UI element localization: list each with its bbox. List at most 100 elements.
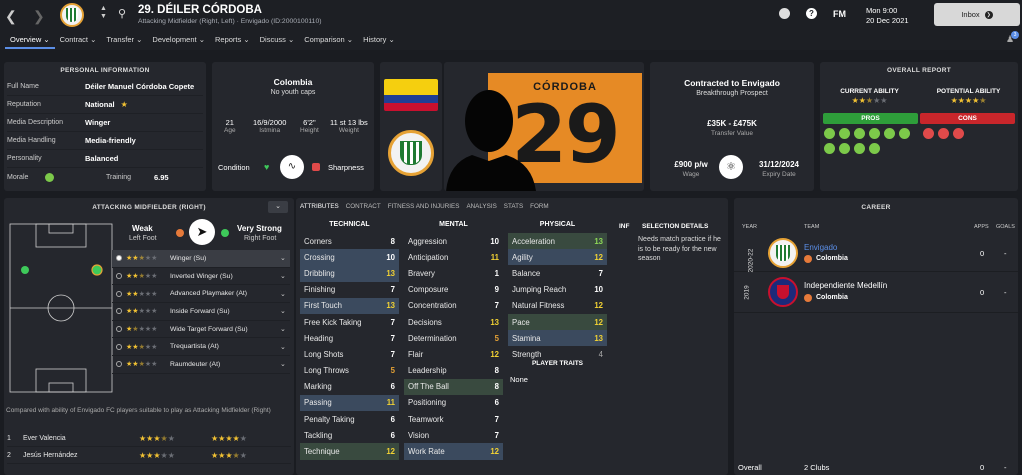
attribute-row[interactable]: Long Throws 5 xyxy=(300,363,399,379)
role-row[interactable]: ★★★★★ Wide Target Forward (Su) ⌄ xyxy=(112,321,290,339)
role-radio-icon[interactable] xyxy=(116,290,122,297)
attribute-row[interactable]: Corners 8 xyxy=(300,233,399,249)
chevron-down-icon[interactable]: ⌄ xyxy=(280,307,290,315)
tab-overview[interactable]: Overview ⌄ xyxy=(5,35,55,49)
career-row[interactable]: 2020-22 Envigado Colombia 0 - xyxy=(734,234,1018,273)
attribute-row[interactable]: Heading 7 xyxy=(300,330,399,346)
compare-name[interactable]: Ever Valencia xyxy=(23,435,139,442)
pro-acceleration-icon[interactable] xyxy=(869,143,880,154)
compare-row[interactable]: 1 Ever Valencia ★★★★★ ★★★★★ xyxy=(7,430,291,447)
role-row[interactable]: ★★★★★ Advanced Playmaker (At) ⌄ xyxy=(112,285,290,304)
con-bravery-icon[interactable] xyxy=(923,128,934,139)
pro-agility-icon[interactable] xyxy=(854,128,865,139)
attribute-row[interactable]: Dribbling 13 xyxy=(300,265,399,282)
pro-pace-icon[interactable] xyxy=(839,128,850,139)
role-row[interactable]: ★★★★★ Raumdeuter (At) ⌄ xyxy=(112,356,290,374)
tab-stats[interactable]: STATS xyxy=(504,203,523,210)
attribute-row[interactable]: Decisions 13 xyxy=(404,314,503,330)
compare-name[interactable]: Jesús Hernández xyxy=(23,452,139,459)
chevron-down-icon[interactable]: ⌄ xyxy=(280,272,290,280)
tab-discuss[interactable]: Discuss ⌄ xyxy=(255,35,300,49)
career-row[interactable]: 2019 Independiente Medellín Colombia 0 - xyxy=(734,273,1018,313)
attribute-row[interactable]: Acceleration 13 xyxy=(508,233,607,250)
attribute-row[interactable]: Pace 12 xyxy=(508,313,607,331)
chevron-down-icon[interactable]: ⌄ xyxy=(280,254,290,262)
forward-icon[interactable]: ❯ xyxy=(33,8,45,25)
pro-flair-icon[interactable] xyxy=(824,143,835,154)
notification-icon[interactable]: ♟ 3 xyxy=(1006,31,1019,46)
compare-row[interactable]: 2 Jesús Hernández ★★★★★ ★★★★★ xyxy=(7,447,291,464)
attribute-row[interactable]: Concentration 7 xyxy=(404,298,503,314)
role-row[interactable]: ★★★★★ Inverted Winger (Su) ⌄ xyxy=(112,268,290,286)
help-icon[interactable]: ? xyxy=(806,8,817,19)
con-strength-icon[interactable] xyxy=(953,128,964,139)
attribute-row[interactable]: Penalty Taking 6 xyxy=(300,411,399,427)
role-radio-icon[interactable] xyxy=(116,361,122,368)
tab-history[interactable]: History ⌄ xyxy=(358,35,400,49)
role-row[interactable]: ★★★★★ Trequartista (At) ⌄ xyxy=(112,338,290,357)
attribute-row[interactable]: Balance 7 xyxy=(508,265,607,281)
attribute-row[interactable]: Anticipation 11 xyxy=(404,249,503,265)
attribute-row[interactable]: Leadership 8 xyxy=(404,363,503,379)
tab-development[interactable]: Development ⌄ xyxy=(147,35,210,49)
up-down-icon[interactable]: ▲ ▼ xyxy=(100,5,107,21)
attribute-row[interactable]: Long Shots 7 xyxy=(300,346,399,362)
globe-icon[interactable] xyxy=(779,8,790,19)
morale-icon[interactable] xyxy=(45,172,54,182)
tab-contract[interactable]: Contract ⌄ xyxy=(55,35,102,49)
chevron-down-icon[interactable]: ⌄ xyxy=(280,325,290,333)
role-radio-icon[interactable] xyxy=(116,308,122,315)
attribute-row[interactable]: Natural Fitness 12 xyxy=(508,298,607,314)
attribute-row[interactable]: Crossing 10 xyxy=(300,249,399,266)
pro-decisions-icon[interactable] xyxy=(884,128,895,139)
pro-dribbling-icon[interactable] xyxy=(824,128,835,139)
attribute-row[interactable]: Teamwork 7 xyxy=(404,411,503,427)
tab-contract-sub[interactable]: CONTRACT xyxy=(346,203,381,210)
pro-work-rate-icon[interactable] xyxy=(854,143,865,154)
career-team-link[interactable]: Independiente Medellín xyxy=(804,281,887,290)
role-row[interactable]: ★★★★★ Inside Forward (Su) ⌄ xyxy=(112,303,290,321)
fm-logo[interactable]: FM xyxy=(833,9,846,19)
attribute-row[interactable]: Aggression 10 xyxy=(404,233,503,249)
tab-form[interactable]: FORM xyxy=(530,203,549,210)
role-radio-icon[interactable] xyxy=(116,255,122,262)
pro-stamina-icon[interactable] xyxy=(839,143,850,154)
attribute-row[interactable]: Positioning 6 xyxy=(404,395,503,411)
attribute-row[interactable]: Marking 6 xyxy=(300,379,399,395)
search-player-icon[interactable]: ⚲ xyxy=(118,7,126,20)
attribute-row[interactable]: Off The Ball 8 xyxy=(404,378,503,395)
tab-analysis[interactable]: ANALYSIS xyxy=(466,203,496,210)
tab-attributes[interactable]: ATTRIBUTES xyxy=(300,203,339,210)
tab-fitness[interactable]: FITNESS AND INJURIES xyxy=(388,203,460,210)
attribute-row[interactable]: Finishing 7 xyxy=(300,282,399,298)
tab-comparison[interactable]: Comparison ⌄ xyxy=(299,35,358,49)
inbox-button[interactable]: Inbox ❯ xyxy=(934,3,1020,26)
position-dropdown-icon[interactable]: ⌄ xyxy=(268,201,288,213)
role-radio-icon[interactable] xyxy=(116,273,122,280)
attribute-row[interactable]: Tackling 6 xyxy=(300,427,399,443)
attribute-row[interactable]: Agility 12 xyxy=(508,249,607,266)
role-row[interactable]: ★★★★★ Winger (Su) ⌄ xyxy=(112,250,290,268)
attribute-row[interactable]: Flair 12 xyxy=(404,346,503,362)
attribute-row[interactable]: Composure 9 xyxy=(404,282,503,298)
attribute-row[interactable]: Technique 12 xyxy=(300,443,399,460)
attribute-row[interactable]: Bravery 1 xyxy=(404,265,503,281)
attribute-row[interactable]: Free Kick Taking 7 xyxy=(300,314,399,330)
attribute-row[interactable]: Work Rate 12 xyxy=(404,443,503,460)
con-determination-icon[interactable] xyxy=(938,128,949,139)
chevron-down-icon[interactable]: ⌄ xyxy=(280,360,290,368)
heartbeat-icon[interactable]: ∿ xyxy=(280,155,304,179)
contract-icon[interactable]: ⚛ xyxy=(719,155,743,179)
tab-reports[interactable]: Reports ⌄ xyxy=(210,35,255,49)
chevron-down-icon[interactable]: ⌄ xyxy=(280,290,290,298)
career-team-link[interactable]: Envigado xyxy=(804,243,837,252)
attribute-row[interactable]: Vision 7 xyxy=(404,427,503,443)
tab-transfer[interactable]: Transfer ⌄ xyxy=(101,35,147,49)
attribute-row[interactable]: First Touch 13 xyxy=(300,297,399,314)
attribute-row[interactable]: Stamina 13 xyxy=(508,330,607,347)
attribute-row[interactable]: Passing 11 xyxy=(300,394,399,412)
role-radio-icon[interactable] xyxy=(116,343,122,350)
back-icon[interactable]: ❮ xyxy=(5,8,17,25)
pro-technique-icon[interactable] xyxy=(899,128,910,139)
attribute-row[interactable]: Determination 5 xyxy=(404,330,503,346)
